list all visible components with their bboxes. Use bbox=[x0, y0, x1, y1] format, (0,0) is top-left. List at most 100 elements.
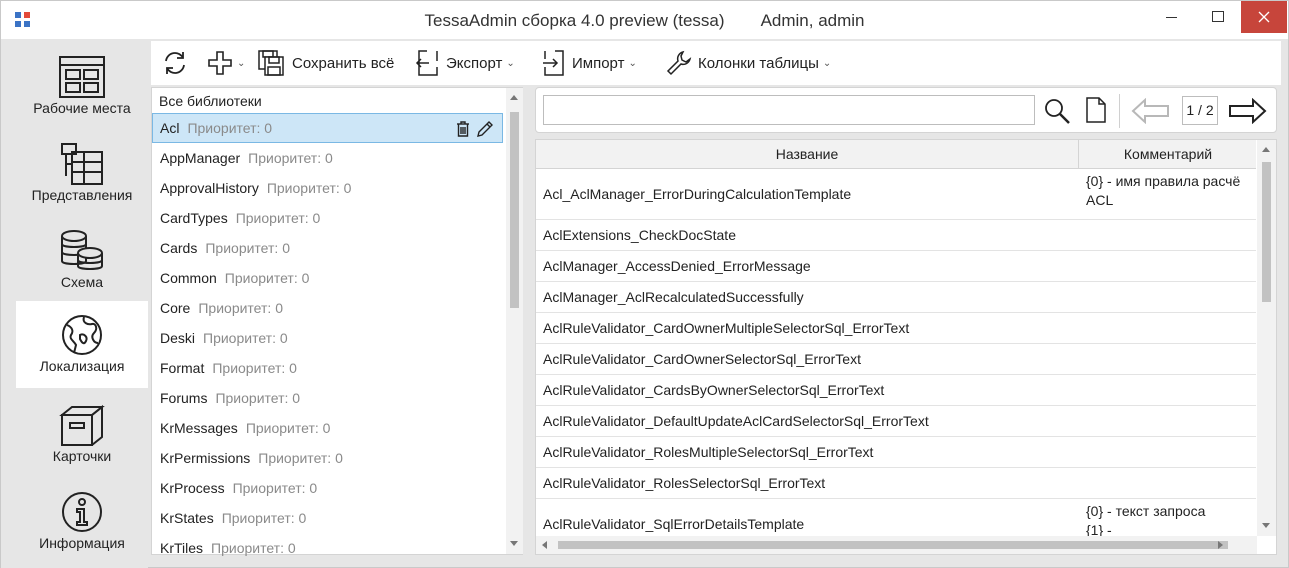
library-scrollbar[interactable] bbox=[506, 88, 523, 554]
table-row[interactable]: AclRuleValidator_DefaultUpdateAclCardSel… bbox=[536, 406, 1256, 437]
search-button[interactable] bbox=[1043, 97, 1071, 128]
nav-item-info[interactable]: Информация bbox=[16, 478, 148, 565]
library-item[interactable]: AppManager Приоритет: 0 bbox=[152, 143, 503, 173]
database-icon bbox=[61, 230, 103, 270]
library-priority: Приоритет: 0 bbox=[235, 210, 321, 226]
clear-search-button[interactable] bbox=[1084, 96, 1108, 127]
close-icon bbox=[1258, 11, 1270, 23]
scrollbar-thumb[interactable] bbox=[1262, 162, 1271, 302]
library-priority: Приоритет: 0 bbox=[198, 300, 283, 316]
cell-name: AclRuleValidator_CardsByOwnerSelectorSql… bbox=[543, 382, 885, 398]
toolbar: ⌄ Сохранить всё Экспорт ⌄ Импорт ⌄ Колон… bbox=[151, 41, 1281, 85]
library-panel: Все библиотеки Acl Приоритет: 0 AppManager… bbox=[151, 87, 523, 556]
library-item[interactable]: Deski Приоритет: 0 bbox=[152, 323, 503, 353]
close-button[interactable] bbox=[1241, 1, 1287, 33]
table-row[interactable]: AclRuleValidator_RolesMultipleSelectorSq… bbox=[536, 437, 1256, 468]
wrench-icon bbox=[666, 50, 692, 76]
search-input[interactable] bbox=[543, 95, 1035, 125]
cell-name: Acl_AclManager_ErrorDuringCalculationTem… bbox=[543, 186, 852, 202]
table-row[interactable]: AclRuleValidator_CardOwnerSelectorSql_Er… bbox=[536, 344, 1256, 375]
info-icon bbox=[62, 492, 102, 532]
export-button[interactable]: Экспорт ⌄ bbox=[415, 47, 515, 79]
library-item[interactable]: KrTiles Приоритет: 0 bbox=[152, 533, 503, 563]
export-icon bbox=[415, 50, 438, 76]
minimize-button[interactable] bbox=[1149, 1, 1195, 33]
scroll-up-icon[interactable] bbox=[1262, 147, 1270, 152]
table-row[interactable]: AclManager_AclRecalculatedSuccessfully bbox=[536, 282, 1256, 313]
library-name: Common bbox=[160, 270, 217, 286]
table-columns-button[interactable]: Колонки таблицы ⌄ bbox=[665, 47, 831, 79]
library-name: KrTiles bbox=[160, 540, 204, 556]
library-item[interactable]: Cards Приоритет: 0 bbox=[152, 233, 503, 263]
trash-icon[interactable] bbox=[456, 120, 470, 138]
library-item[interactable]: KrPermissions Приоритет: 0 bbox=[152, 443, 503, 473]
arrow-right-icon bbox=[1229, 97, 1267, 125]
scroll-down-icon[interactable] bbox=[1262, 523, 1270, 528]
window-title: TessaAdmin сборка 4.0 preview (tessa) Adm… bbox=[1, 11, 1288, 31]
nav-item-views[interactable]: Представления bbox=[16, 130, 148, 217]
table-row[interactable]: AclManager_AccessDenied_ErrorMessage bbox=[536, 251, 1256, 282]
library-item[interactable]: ApprovalHistory Приоритет: 0 bbox=[152, 173, 503, 203]
toolbar-separator bbox=[1119, 94, 1120, 128]
export-label: Экспорт bbox=[446, 54, 503, 72]
nav-item-schema[interactable]: Схема bbox=[16, 217, 148, 304]
library-item[interactable]: Acl Приоритет: 0 bbox=[152, 113, 503, 143]
maximize-button[interactable] bbox=[1195, 1, 1241, 33]
scroll-left-icon[interactable] bbox=[542, 541, 547, 549]
all-libraries-header[interactable]: Все библиотеки bbox=[159, 93, 262, 109]
add-button[interactable]: ⌄ bbox=[207, 47, 245, 79]
table-horizontal-scrollbar[interactable] bbox=[536, 536, 1257, 554]
library-item[interactable]: KrStates Приоритет: 0 bbox=[152, 503, 503, 533]
library-name: AppManager bbox=[160, 150, 241, 166]
edit-icon[interactable] bbox=[476, 120, 494, 138]
next-page-button[interactable] bbox=[1227, 97, 1267, 127]
library-priority: Приоритет: 0 bbox=[224, 270, 310, 286]
column-header-comment[interactable]: Комментарий bbox=[1080, 140, 1256, 169]
table-row[interactable]: AclExtensions_CheckDocState bbox=[536, 220, 1256, 251]
search-bar: 1 / 2 bbox=[535, 87, 1277, 133]
import-button[interactable]: Импорт ⌄ bbox=[541, 47, 637, 79]
library-name: ApprovalHistory bbox=[160, 180, 259, 196]
scroll-right-icon[interactable] bbox=[1218, 541, 1223, 549]
previous-page-button[interactable] bbox=[1131, 97, 1171, 127]
search-icon bbox=[1045, 99, 1070, 124]
scrollbar-thumb[interactable] bbox=[558, 541, 1228, 549]
nav-item-cards[interactable]: Карточки bbox=[16, 391, 148, 478]
cell-name: AclRuleValidator_SqlErrorDetailsTemplate bbox=[543, 516, 805, 532]
arrow-left-icon bbox=[1131, 97, 1169, 125]
library-item[interactable]: Core Приоритет: 0 bbox=[152, 293, 503, 323]
box-icon bbox=[59, 404, 105, 446]
refresh-button[interactable] bbox=[161, 47, 189, 79]
table-vertical-scrollbar[interactable] bbox=[1257, 140, 1276, 536]
nav-label: Рабочие места bbox=[33, 100, 131, 116]
table-row[interactable]: AclRuleValidator_CardOwnerMultipleSelect… bbox=[536, 313, 1256, 344]
table-row[interactable]: Acl_AclManager_ErrorDuringCalculationTem… bbox=[536, 169, 1256, 220]
scroll-down-icon[interactable] bbox=[510, 541, 518, 546]
library-priority: Приоритет: 0 bbox=[205, 240, 290, 256]
library-item[interactable]: Forums Приоритет: 0 bbox=[152, 383, 503, 413]
table-row[interactable]: AclRuleValidator_RolesSelectorSql_ErrorT… bbox=[536, 468, 1256, 499]
library-item[interactable]: Format Приоритет: 0 bbox=[152, 353, 503, 383]
table-row[interactable]: AclRuleValidator_CardsByOwnerSelectorSql… bbox=[536, 375, 1256, 406]
library-priority: Приоритет: 0 bbox=[258, 450, 343, 466]
scrollbar-thumb[interactable] bbox=[510, 112, 519, 308]
views-icon bbox=[61, 143, 103, 185]
cell-comment: {0} - текст запроса {1} - bbox=[1086, 503, 1206, 538]
library-item[interactable]: CardTypes Приоритет: 0 bbox=[152, 203, 503, 233]
page-indicator[interactable]: 1 / 2 bbox=[1182, 96, 1218, 125]
library-item[interactable]: Common Приоритет: 0 bbox=[152, 263, 503, 293]
library-item[interactable]: KrProcess Приоритет: 0 bbox=[152, 473, 503, 503]
workplaces-icon bbox=[59, 56, 105, 98]
nav-item-localization[interactable]: Локализация bbox=[16, 301, 148, 388]
library-item[interactable]: KrMessages Приоритет: 0 bbox=[152, 413, 503, 443]
cell-name: AclRuleValidator_RolesMultipleSelectorSq… bbox=[543, 444, 874, 460]
column-header-name[interactable]: Название bbox=[536, 140, 1079, 169]
save-all-icon bbox=[258, 50, 284, 76]
scroll-up-icon[interactable] bbox=[510, 95, 518, 100]
save-all-button[interactable]: Сохранить всё bbox=[257, 47, 394, 79]
table-body: Acl_AclManager_ErrorDuringCalculationTem… bbox=[536, 169, 1256, 539]
table-row[interactable]: AclRuleValidator_SqlErrorDetailsTemplate… bbox=[536, 499, 1256, 539]
import-label: Импорт bbox=[572, 54, 625, 72]
nav-item-workplaces[interactable]: Рабочие места bbox=[16, 43, 148, 130]
nav-label: Карточки bbox=[52, 448, 112, 464]
